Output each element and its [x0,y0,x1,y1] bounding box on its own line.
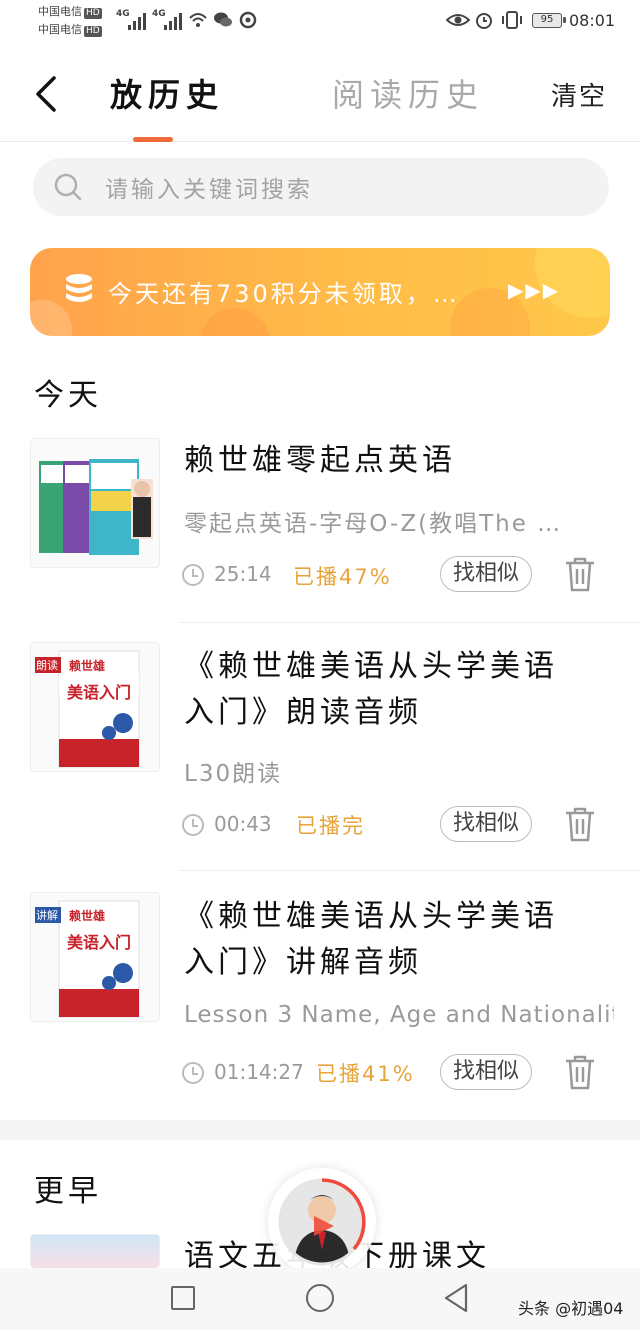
item-subtitle: L30朗读 [184,761,283,787]
item-subtitle: 零起点英语-字母O-Z(教唱The … [184,511,563,537]
signal-icon-1 [128,12,146,30]
alarm-icon [476,13,492,29]
trash-icon[interactable] [564,806,596,842]
item-title: 《赖世雄美语从头学美语 入门》朗读音频 [184,649,558,730]
banner-arrows-icon: ▶▶▶ [508,278,561,302]
cover-badge: 朗读 [36,659,58,672]
section-title-earlier: 更早 [34,1174,102,1209]
floating-player-button[interactable] [268,1168,376,1276]
clock-icon [182,564,204,586]
home-button[interactable] [306,1284,334,1312]
nav-back-icon[interactable] [442,1282,470,1314]
watermark: 头条 @初遇04 [518,1299,624,1318]
carrier-label-2: 中国电信 HD [38,23,102,37]
search-input[interactable]: 请输入关键词搜索 [33,158,609,216]
play-progress: 已播47% [293,565,392,589]
app-notification-icon [239,11,257,29]
back-arrow-icon[interactable] [30,72,66,116]
header: 放历史 阅读历史 清空 [0,44,640,142]
cover-book-title: 赖世雄 [69,659,106,673]
tab-read-history[interactable]: 阅读历史 [332,70,484,116]
item-title: 赖世雄零起点英语 [184,443,456,478]
active-tab-indicator [133,137,173,142]
eye-comfort-icon [446,14,470,26]
play-progress: 已播完 [296,814,365,838]
divider [180,870,640,871]
divider [180,622,640,623]
cover-book-subtitle: 美语入门 [67,683,132,702]
points-banner[interactable]: 今天还有730积分未领取，… ▶▶▶ [30,248,610,336]
find-similar-button[interactable]: 找相似 [440,1054,532,1090]
item-duration: 25:14 [214,562,272,586]
cover-book-subtitle: 美语入门 [67,933,132,952]
status-bar: 中国电信 HD 中国电信 HD 4G 4G 95 08:01 [0,0,640,44]
cover-book-title: 赖世雄 [69,909,106,923]
search-placeholder: 请输入关键词搜索 [105,177,313,203]
trash-icon[interactable] [564,1054,596,1090]
status-time: 08:01 [569,11,616,30]
signal-icon-2 [164,12,182,30]
banner-decoration [200,308,270,336]
cover-badge: 讲解 [36,909,58,922]
system-nav-bar: 头条 @初遇04 [0,1268,640,1330]
search-icon [54,173,82,201]
vibrate-icon [502,11,522,29]
play-progress: 已播41% [316,1062,415,1086]
clock-icon [182,1062,204,1084]
find-similar-button[interactable]: 找相似 [440,806,532,842]
battery-indicator: 95 [532,13,566,28]
play-progress-ring [278,1178,366,1266]
carrier-label-1: 中国电信 HD [38,5,102,19]
find-similar-button[interactable]: 找相似 [440,556,532,592]
section-title-today: 今天 [34,378,102,413]
item-subtitle: Lesson 3 Name, Age and Nationality [184,1002,614,1028]
wechat-icon [214,12,232,27]
album-cover [30,1234,160,1268]
item-title: 语文五年级下册课文 [184,1234,604,1270]
clear-button[interactable]: 清空 [551,76,607,113]
recent-apps-button[interactable] [171,1286,195,1310]
trash-icon[interactable] [564,556,596,592]
item-title: 《赖世雄美语从头学美语 入门》讲解音频 [184,899,558,980]
item-duration: 01:14:27 [214,1060,304,1084]
banner-text: 今天还有730积分未领取，… [108,280,460,308]
album-cover: 讲解 赖世雄 美语入门 [30,892,160,1022]
section-separator [0,1120,640,1140]
album-cover: 朗读 赖世雄 美语入门 [30,642,160,772]
wifi-icon [189,13,207,27]
item-duration: 00:43 [214,812,272,836]
tab-play-history[interactable]: 放历史 [110,70,224,116]
clock-icon [182,814,204,836]
album-cover [30,438,160,568]
coins-icon [66,274,92,302]
